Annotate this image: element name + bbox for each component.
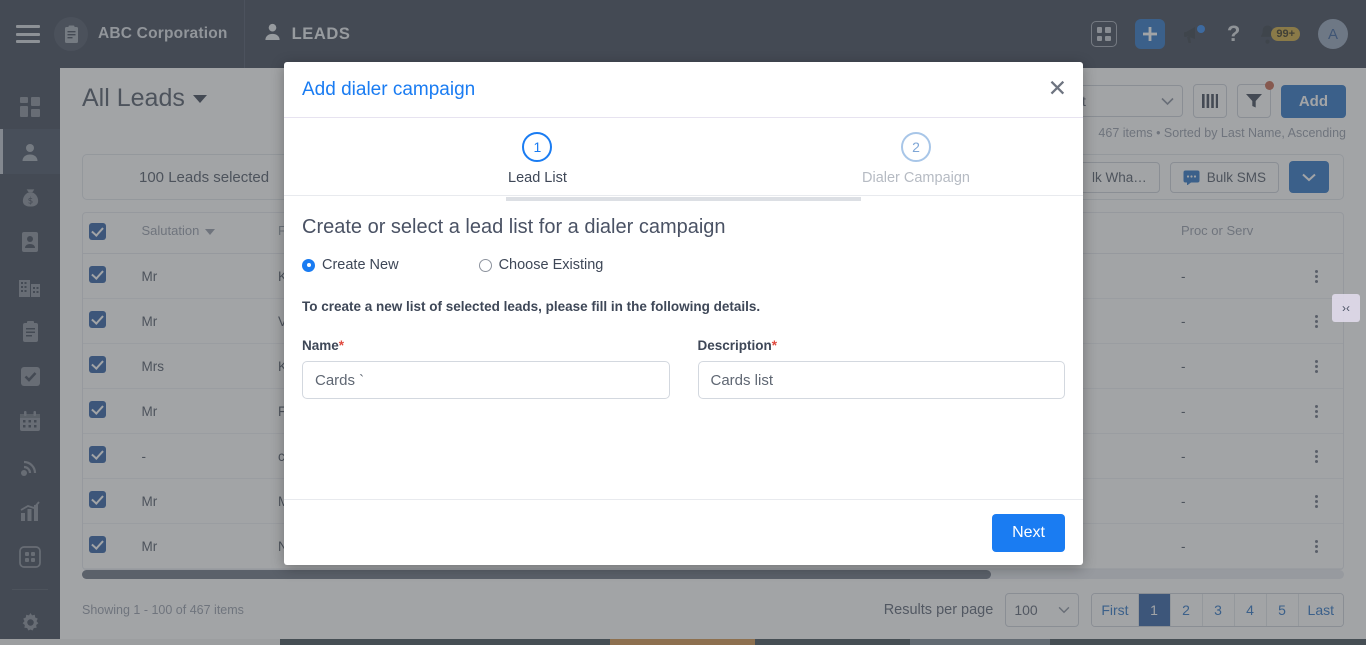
- dialog-title: Add dialer campaign: [302, 78, 476, 100]
- name-required-marker: *: [338, 338, 345, 353]
- dialog-heading: Create or select a lead list for a diale…: [302, 216, 726, 238]
- step-2-circle: 2: [901, 132, 931, 162]
- app-root: ABC Corporation LEADS: [0, 0, 1366, 645]
- wizard-steps: 1 Lead List 2 Dialer Campaign: [284, 118, 1083, 201]
- radio-create-new-input[interactable]: [302, 258, 315, 272]
- radio-choose-existing[interactable]: Choose Existing: [478, 257, 604, 273]
- name-input[interactable]: [302, 361, 670, 399]
- step-2-label: Dialer Campaign: [862, 170, 970, 186]
- name-field-group: Name*: [302, 338, 670, 399]
- description-required-marker: *: [771, 338, 778, 353]
- description-field-group: Description*: [697, 338, 1066, 399]
- dialog-header: Add dialer campaign ✕: [284, 62, 1083, 118]
- helper-text: To create a new list of selected leads, …: [302, 299, 761, 314]
- step-1-label: Lead List: [508, 170, 567, 186]
- radio-choose-existing-input[interactable]: [478, 258, 492, 272]
- next-button[interactable]: Next: [992, 513, 1065, 552]
- name-label-text: Name: [302, 338, 339, 353]
- add-dialer-campaign-dialog: Add dialer campaign ✕ 1 Lead List 2 Dial…: [284, 62, 1083, 565]
- wizard-stepper: 1 Lead List 2 Dialer Campaign: [284, 118, 1083, 201]
- dialog-footer: Next: [284, 499, 1083, 565]
- dialog-body: Create or select a lead list for a diale…: [284, 196, 1083, 499]
- radio-choose-existing-label: Choose Existing: [498, 257, 604, 273]
- lead-list-mode-radio-group: Create New Choose Existing: [302, 257, 1065, 273]
- close-icon[interactable]: ✕: [1048, 78, 1067, 101]
- form-fields: Name* Description*: [302, 338, 1065, 399]
- radio-create-new[interactable]: Create New: [302, 257, 399, 273]
- wizard-step-dialer-campaign[interactable]: 2 Dialer Campaign: [862, 132, 970, 186]
- step-1-circle: 1: [522, 132, 553, 162]
- name-label: Name*: [302, 338, 670, 353]
- description-input[interactable]: [697, 361, 1065, 399]
- panel-resize-handle[interactable]: ›‹: [1332, 294, 1360, 322]
- description-label-text: Description: [697, 338, 772, 353]
- radio-create-new-label: Create New: [322, 257, 399, 273]
- description-label: Description*: [698, 338, 1066, 353]
- wizard-step-lead-list[interactable]: 1 Lead List: [508, 132, 567, 186]
